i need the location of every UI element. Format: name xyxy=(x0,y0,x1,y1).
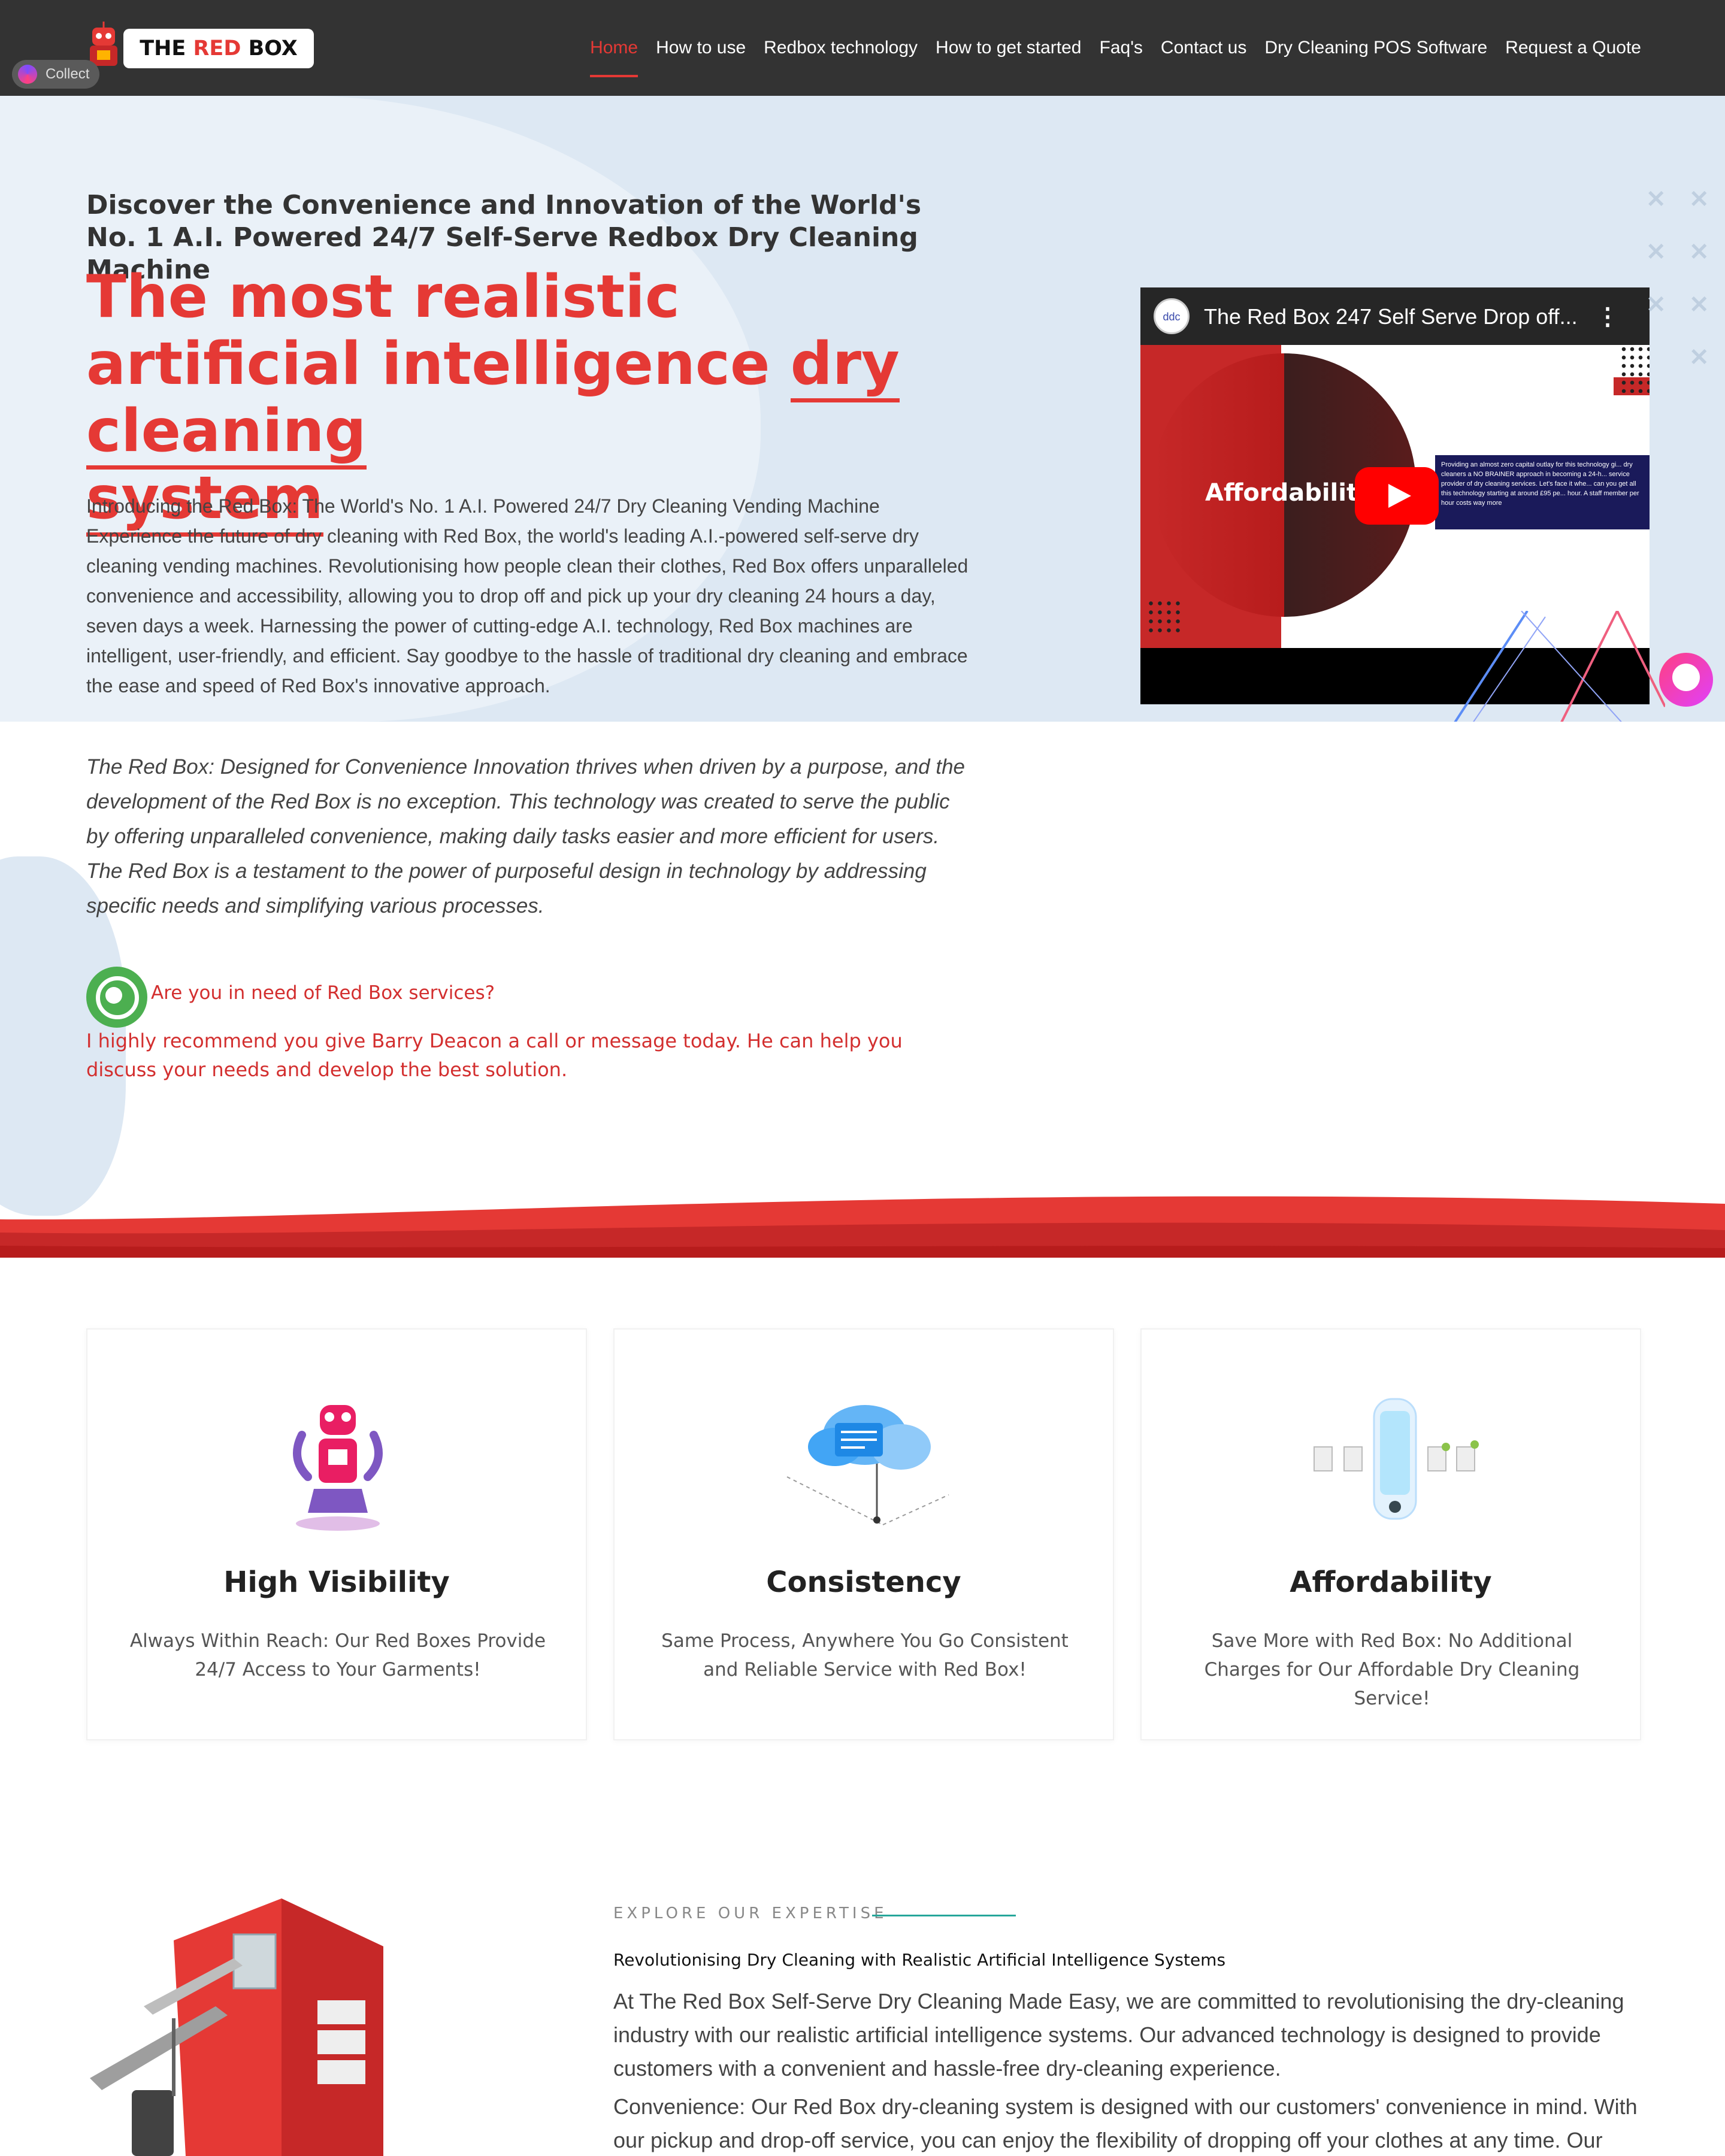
decor-x-icon: ✕ xyxy=(1646,239,1666,265)
robot-icon xyxy=(293,1405,383,1531)
expertise-paragraph: Convenience: Our Red Box dry-cleaning sy… xyxy=(613,2094,1638,2152)
decor-lines xyxy=(1454,611,1665,722)
main-menu: Home How to use Redbox technology How to ge… xyxy=(590,0,1641,96)
nav-item-contact-us[interactable]: Contact us xyxy=(1161,38,1246,58)
whatsapp-icon[interactable] xyxy=(86,967,147,1028)
chat-widget-icon[interactable] xyxy=(1659,653,1713,707)
red-wave-divider xyxy=(0,1196,1725,1258)
video-overlay-text: Affordabilit xyxy=(1205,479,1358,507)
whatsapp-question[interactable]: Are you in need of Red Box services? xyxy=(151,982,495,1004)
feature-description: Same Process, Anywhere You Go Consistent… xyxy=(661,1630,1069,1680)
nav-item-how-to-use[interactable]: How to use xyxy=(656,38,746,58)
decor-x-icon: ✕ xyxy=(1646,292,1666,318)
decor-x-icon: ✕ xyxy=(1689,239,1709,265)
redbox-machine-illustration xyxy=(90,1898,383,2156)
hero-section: Discover the Convenience and Innovation … xyxy=(0,96,1725,722)
whatsapp-text[interactable]: I highly recommend you give Barry Deacon… xyxy=(86,1026,973,1084)
video-more-icon[interactable]: ⋮ xyxy=(1596,303,1620,331)
expertise-kicker: EXPLORE OUR EXPERTISE xyxy=(613,1904,888,1922)
play-button-icon[interactable] xyxy=(1355,467,1439,525)
logo-wordmark: THE RED BOX xyxy=(123,29,314,68)
video-thumbnail: Affordabilit Providing an almost zero ca… xyxy=(1140,287,1650,648)
nav-item-faq-s[interactable]: Faq's xyxy=(1100,38,1143,58)
expertise-paragraph: At The Red Box Self-Serve Dry Cleaning M… xyxy=(613,1989,1624,2081)
feature-card: High Visibility Always Within Reach: Our… xyxy=(86,1328,587,1740)
collect-button[interactable]: Collect xyxy=(12,60,99,89)
feature-title: High Visibility xyxy=(223,1565,450,1599)
feature-card: Consistency Same Process, Anywhere You G… xyxy=(613,1328,1114,1740)
feature-description: Always Within Reach: Our Red Boxes Provi… xyxy=(129,1630,546,1680)
nav-item-how-to-get-started[interactable]: How to get started xyxy=(936,38,1081,58)
decor-x-icon: ✕ xyxy=(1646,186,1666,213)
cloud-icon xyxy=(786,1405,949,1525)
feature-title: Consistency xyxy=(766,1565,961,1599)
nav-item-request-a-quote[interactable]: Request a Quote xyxy=(1505,38,1641,58)
decor-x-icon: ✕ xyxy=(1689,344,1709,371)
video-info-panel: Providing an almost zero capital outlay … xyxy=(1435,455,1650,529)
expertise-subtitle: Revolutionising Dry Cleaning with Realis… xyxy=(613,1950,1226,1970)
video-title[interactable]: The Red Box 247 Self Serve Drop off... xyxy=(1204,304,1587,329)
feature-card: Affordability Save More with Red Box: No… xyxy=(1140,1328,1641,1740)
collect-icon xyxy=(18,65,37,84)
documents-icon xyxy=(1314,1398,1479,1520)
intro-paragraph: The Red Box: Designed for Convenience In… xyxy=(86,755,966,917)
decor-x-icon: ✕ xyxy=(1689,292,1709,318)
channel-avatar[interactable]: ddc xyxy=(1154,298,1190,334)
feature-description: Save More with Red Box: No Additional Ch… xyxy=(1204,1630,1580,1709)
video-header: ddc The Red Box 247 Self Serve Drop off.… xyxy=(1140,287,1650,345)
kicker-divider xyxy=(872,1915,1016,1916)
hero-description: Introducing the Red Box: The World's No.… xyxy=(86,495,969,697)
feature-title: Affordability xyxy=(1290,1565,1492,1599)
nav-item-dry-cleaning-pos-software[interactable]: Dry Cleaning POS Software xyxy=(1264,38,1487,58)
nav-item-redbox-technology[interactable]: Redbox technology xyxy=(764,38,918,58)
nav-item-home[interactable]: Home xyxy=(590,38,638,77)
decor-x-icon: ✕ xyxy=(1689,186,1709,213)
top-navbar: THE RED BOX Collect Home How to use Redbox… xyxy=(0,0,1725,96)
